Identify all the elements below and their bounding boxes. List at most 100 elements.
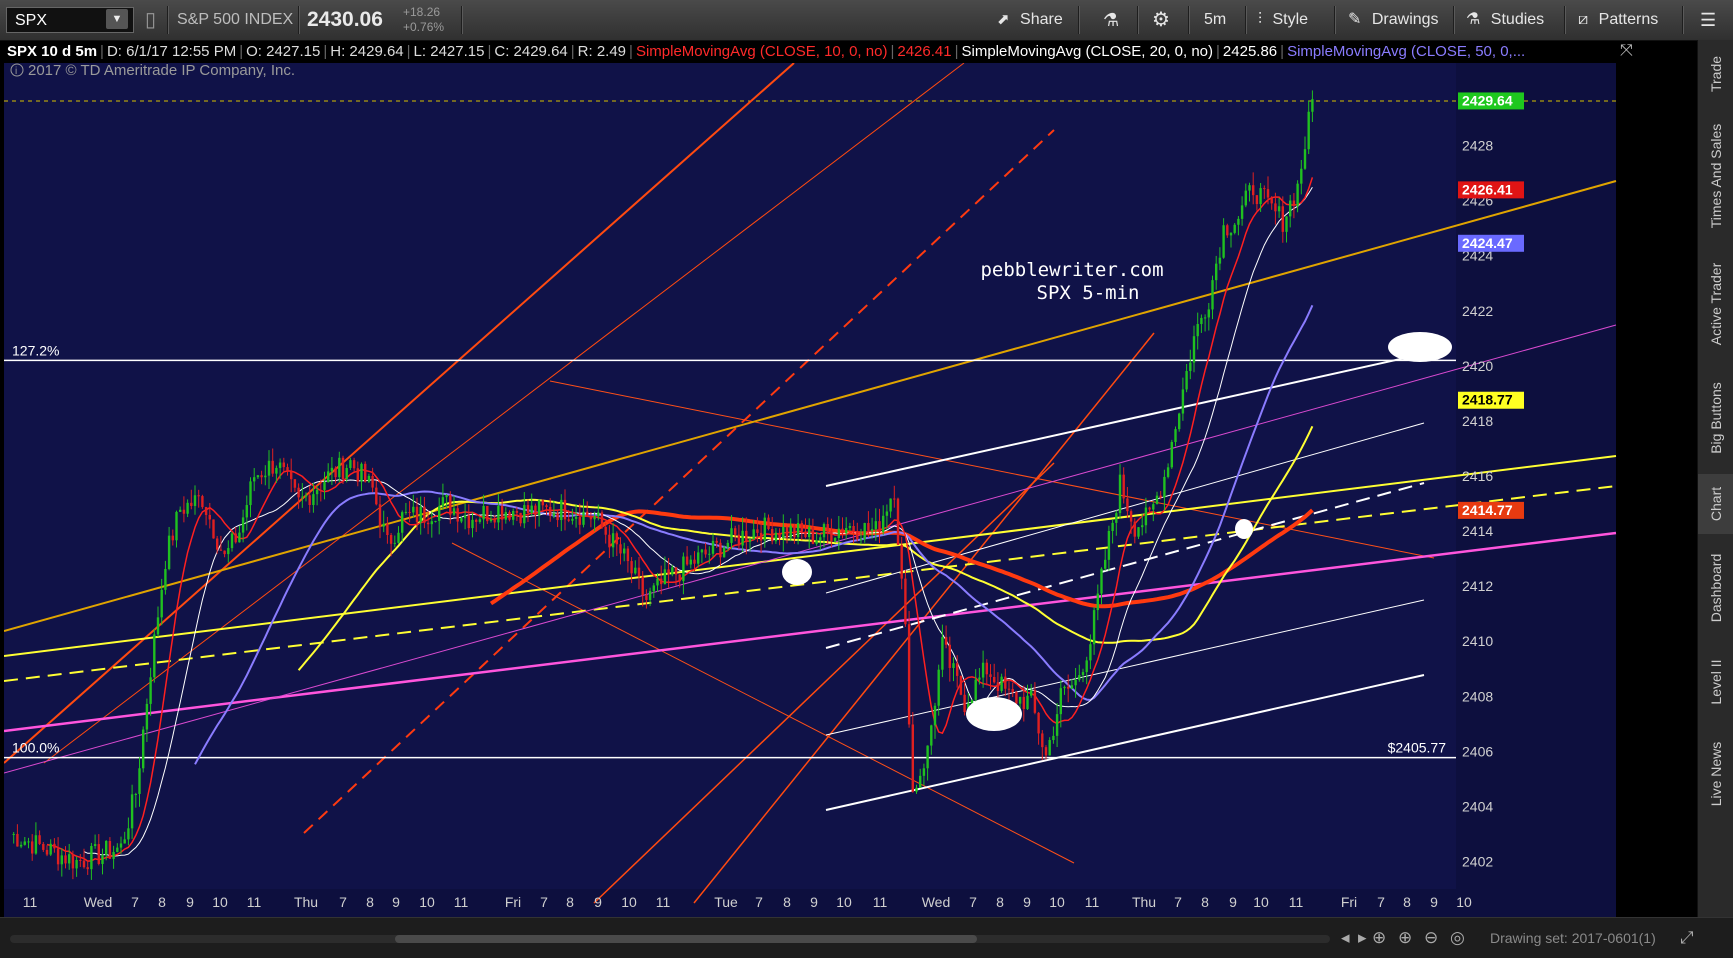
symbol-dropdown-icon[interactable]: ▼ — [106, 9, 128, 29]
scrollbar-thumb[interactable] — [395, 935, 977, 943]
chart-area[interactable]: 127.2%$2420.2100.0%$2405.77 pebblewriter… — [3, 62, 1620, 917]
candle-body — [608, 534, 611, 548]
tab-big-buttons[interactable]: Big Buttons — [1698, 366, 1733, 470]
candle-body — [1152, 504, 1155, 510]
candle-body — [419, 506, 422, 523]
candle-body — [578, 516, 581, 525]
candle-body — [345, 468, 348, 480]
candle-body — [438, 506, 441, 521]
tab-live-news[interactable]: Live News — [1698, 726, 1733, 822]
flask-icon[interactable]: ⚗ — [1103, 0, 1119, 40]
candle-body — [1200, 317, 1203, 325]
candle-body — [671, 567, 674, 575]
candle-body — [408, 511, 411, 513]
candle-body — [870, 529, 874, 531]
style-button[interactable]: ⫶ Style — [1258, 0, 1308, 40]
candle-body — [1115, 513, 1118, 523]
patterns-button[interactable]: ⧄ Patterns — [1578, 0, 1658, 40]
candle-body — [560, 499, 563, 521]
menu-icon[interactable]: ☰ — [1700, 0, 1716, 40]
candle-body — [874, 521, 877, 530]
toolbar-divider — [1137, 6, 1139, 34]
candle-body — [208, 514, 211, 520]
pan-icon[interactable]: ⊕ — [1372, 928, 1386, 948]
candle-body — [19, 844, 23, 847]
gear-icon[interactable]: ⚙ — [1152, 0, 1170, 40]
candle-body — [82, 860, 86, 868]
tab-dashboard[interactable]: Dashboard — [1698, 538, 1733, 638]
candle-body — [1296, 183, 1299, 206]
watermark-line1: pebblewriter.com — [980, 259, 1163, 281]
info-icon-glyph: i — [15, 66, 17, 77]
candle-body — [833, 538, 837, 542]
candle — [201, 494, 204, 509]
candle-body — [808, 527, 811, 538]
candle-body — [889, 498, 892, 512]
fib-level-left-label: 100.0% — [12, 740, 59, 756]
candle-body — [959, 675, 963, 695]
tab-trade[interactable]: Trade — [1698, 42, 1733, 106]
candle-body — [1100, 568, 1103, 594]
time-tick-label: 7 — [755, 894, 763, 910]
candle-body — [312, 494, 315, 506]
toolbar-divider — [1334, 6, 1336, 34]
price-chart-svg[interactable]: 127.2%$2420.2100.0%$2405.77 pebblewriter… — [3, 62, 1620, 917]
candle — [907, 610, 911, 728]
candle-body — [1263, 188, 1266, 190]
candle-body — [549, 506, 552, 516]
watermark-line2: SPX 5-min — [1037, 282, 1140, 304]
candle-body — [752, 529, 755, 540]
tab-times-and-sales-label: Times And Sales — [1708, 123, 1724, 229]
share-button[interactable]: ⬈ Share — [997, 0, 1063, 40]
tab-active-trader[interactable]: Active Trader — [1698, 246, 1733, 362]
candle-body — [685, 556, 689, 565]
candle-body — [537, 500, 541, 516]
candle-body — [86, 867, 89, 870]
candle-body — [93, 844, 97, 846]
tab-live-news-label: Live News — [1708, 741, 1724, 807]
candle-body — [1041, 733, 1044, 748]
price-tick-label: 2418 — [1462, 413, 1493, 429]
candle-body — [149, 677, 152, 704]
studies-button[interactable]: ⚗ Studies — [1466, 0, 1544, 40]
tab-chart[interactable]: Chart — [1698, 474, 1733, 534]
candle-body — [142, 729, 145, 769]
tab-level-ii[interactable]: Level II — [1698, 642, 1733, 722]
candle-body — [574, 516, 578, 519]
candle — [896, 497, 900, 545]
candle-body — [963, 694, 966, 713]
candle-body — [600, 512, 604, 527]
candle-body — [401, 512, 404, 533]
candle-body — [223, 550, 226, 555]
candle-body — [386, 523, 389, 536]
drawings-button[interactable]: ✎ Drawings — [1348, 0, 1439, 40]
candle-body — [1155, 495, 1159, 505]
candle-body — [1229, 232, 1233, 236]
candle-body — [190, 502, 193, 506]
candle-body — [327, 471, 330, 483]
link-icon[interactable]: ▯ — [145, 0, 156, 40]
candle-body — [1078, 675, 1081, 680]
scroll-left-icon[interactable]: ◂ — [1341, 928, 1350, 948]
zoom-in-icon[interactable]: ⊕ — [1398, 928, 1412, 948]
price-tick-label: 2428 — [1462, 138, 1493, 154]
candle-body — [1266, 189, 1270, 198]
expand-icon[interactable]: ⤢ — [1680, 928, 1694, 948]
bar-close: C: 2429.64 — [494, 43, 568, 60]
candle-body — [867, 523, 870, 531]
zoom-out-icon[interactable]: ⊖ — [1424, 928, 1438, 948]
interval-button[interactable]: 5m — [1204, 0, 1226, 40]
candle-body — [138, 768, 141, 794]
tab-times-and-sales[interactable]: Times And Sales — [1698, 110, 1733, 242]
candle-body — [989, 674, 992, 677]
candle — [153, 628, 156, 683]
candle-body — [330, 467, 334, 472]
candle-body — [1055, 714, 1059, 736]
fit-icon[interactable]: ◎ — [1450, 928, 1465, 948]
candle-body — [1240, 205, 1244, 219]
scroll-right-icon[interactable]: ▸ — [1358, 928, 1367, 948]
collapse-icon[interactable]: ⤧ — [1620, 42, 1633, 60]
candle-body — [541, 500, 544, 506]
candle-body — [756, 529, 759, 533]
candle-body — [360, 463, 363, 482]
